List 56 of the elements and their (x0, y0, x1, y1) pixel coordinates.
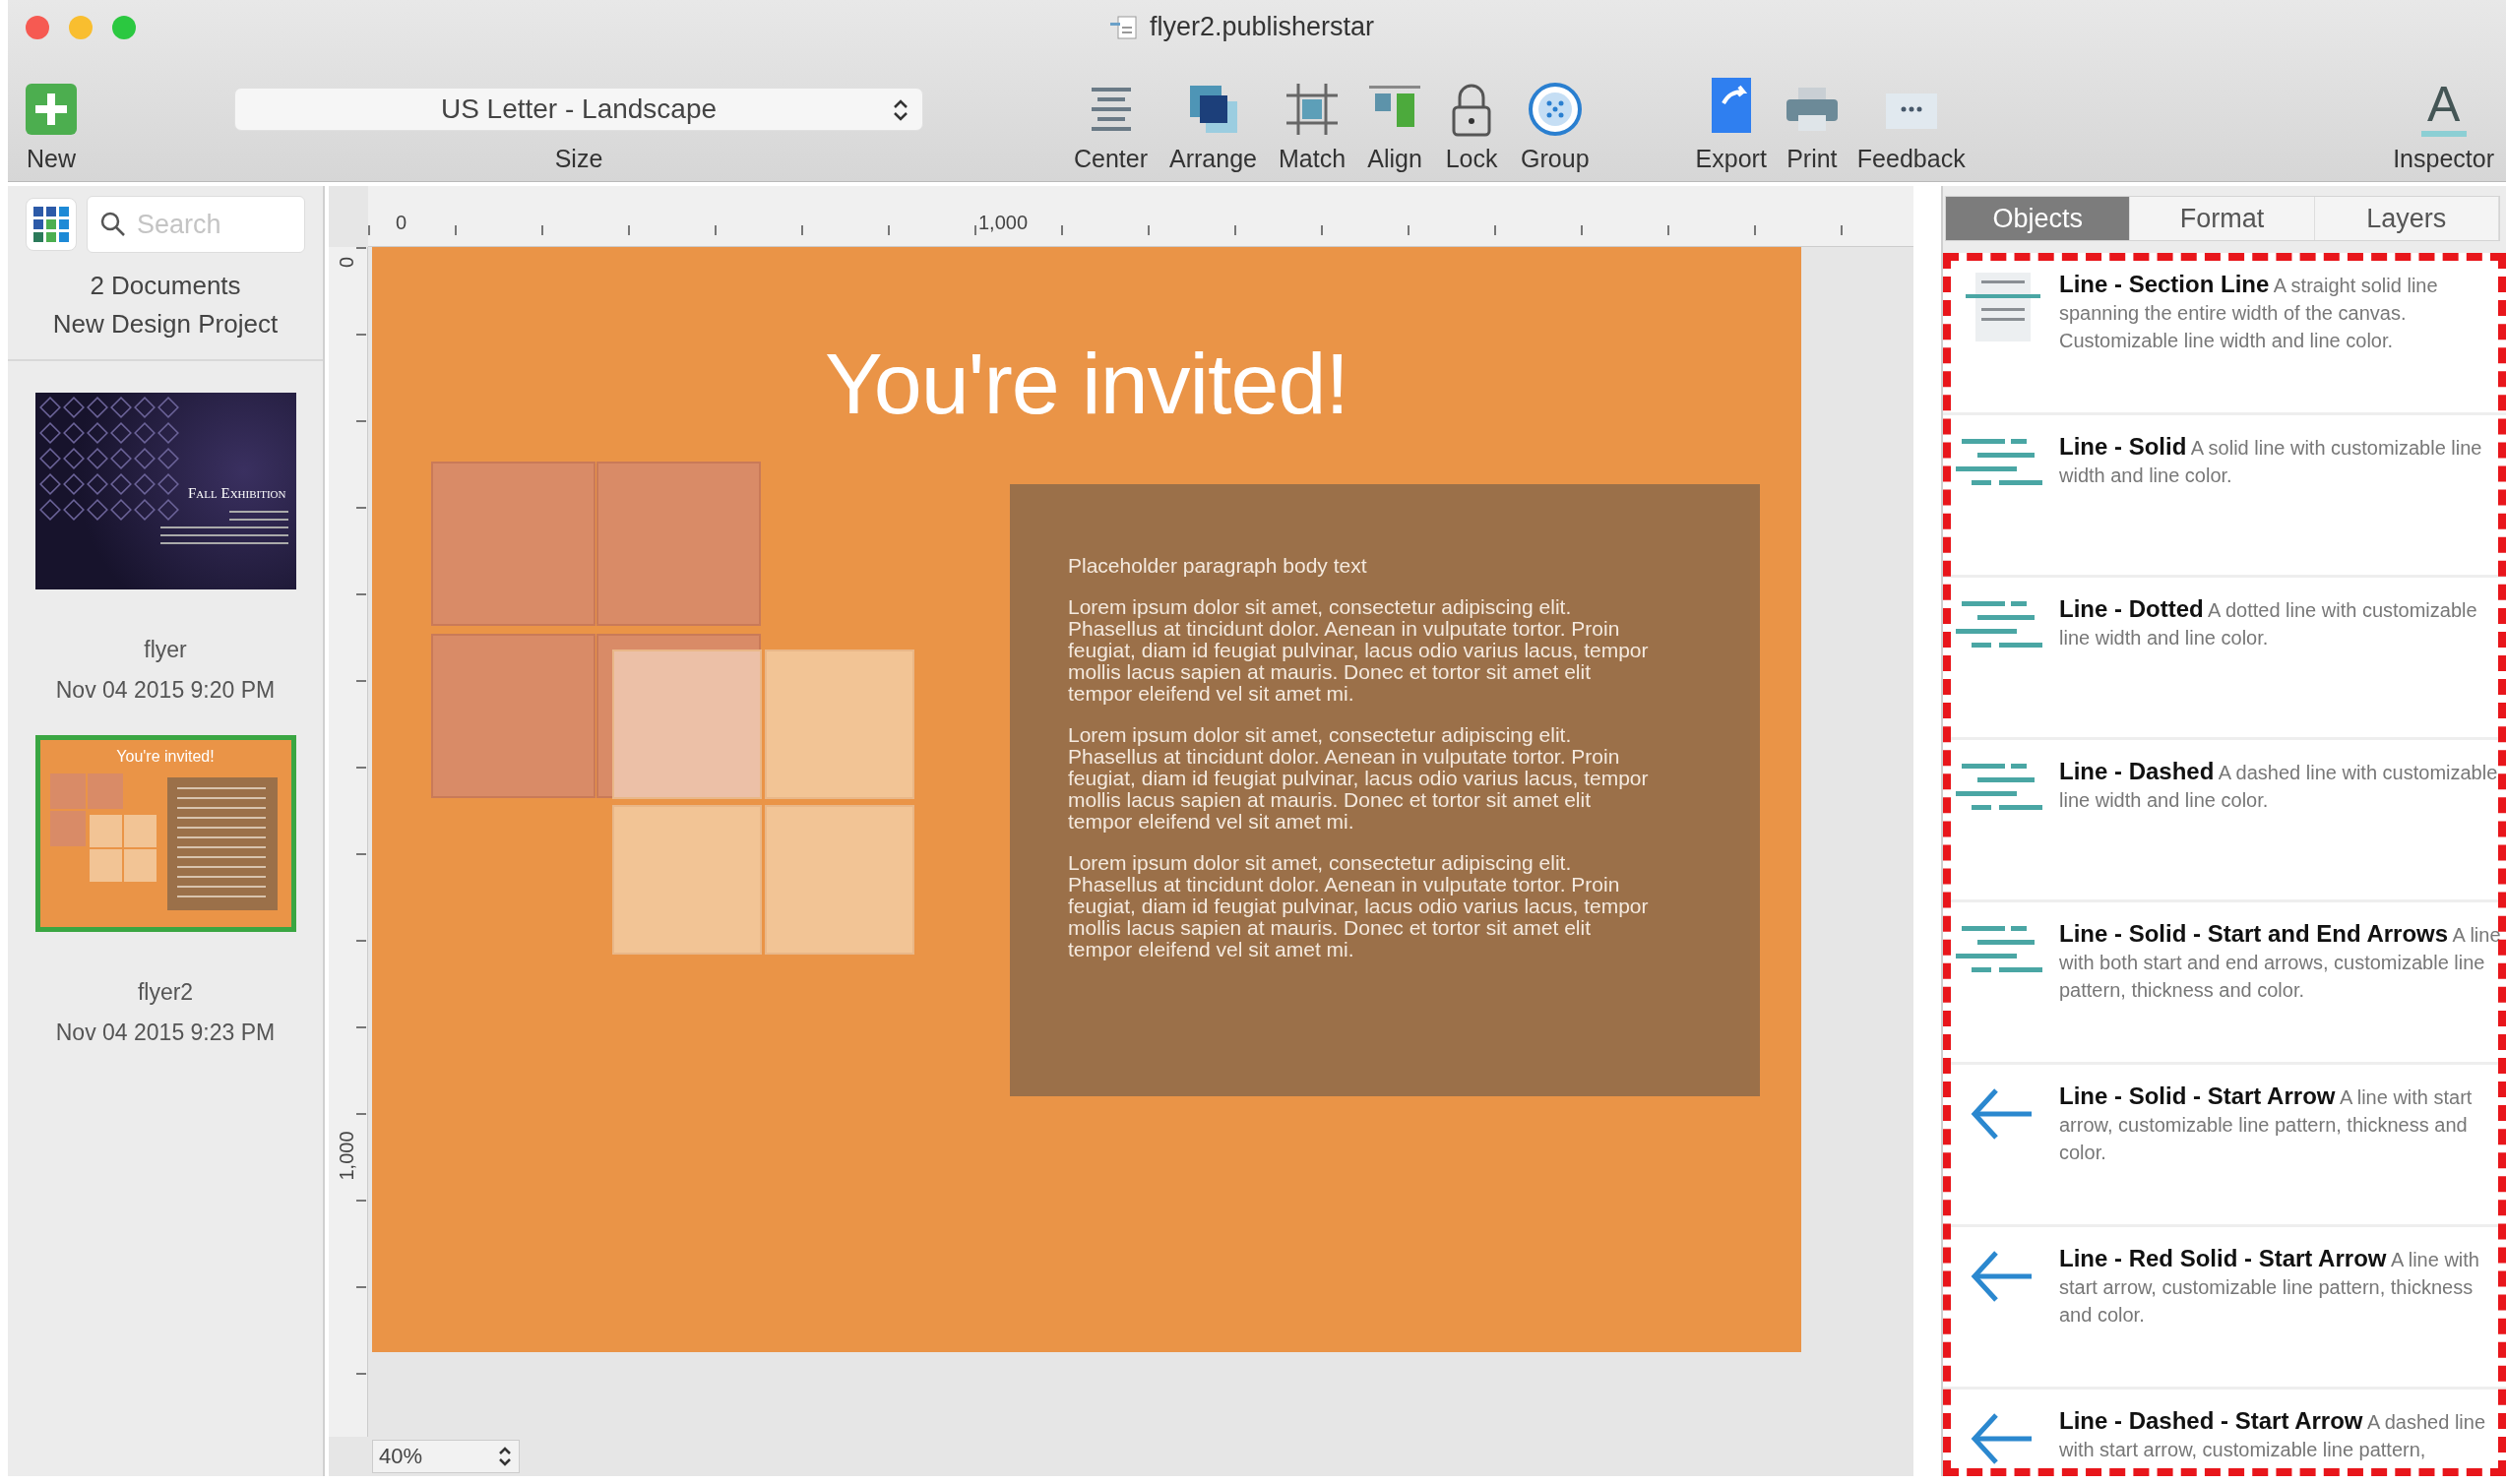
crop-square-icon (1284, 82, 1341, 137)
size-label: Size (554, 145, 603, 173)
ruler-label: 1,000 (335, 1130, 358, 1183)
group-button[interactable]: Group (1513, 74, 1598, 173)
object-description: Line - Dashed - Start Arrow A dashed line with start arrow, customizable line pattern, (2059, 1407, 2487, 1462)
plus-icon (24, 82, 79, 137)
object-description: Line - Dashed A dashed line with customizable line width and line color. (2059, 758, 2499, 813)
project-summary: 2 Documents (90, 271, 241, 301)
window-title: flyer2.publisherstar (1150, 12, 1375, 42)
align-button[interactable]: Align (1359, 74, 1431, 173)
zoom-button[interactable] (112, 16, 136, 39)
object-description: Line - Solid A solid line with customizable line width and line color. (2059, 433, 2483, 488)
updown-caret-icon (497, 1445, 513, 1468)
grid-icon (33, 207, 69, 242)
object-description: Line - Solid - Start and End Arrows A line with both start and end arrows, customizable line pattern, thickness and color. (2059, 920, 2502, 1003)
body-paragraph: Lorem ipsum dolor sit amet, consectetur adipiscing elit. Phasellus at tincidunt dolor. Aenean in vulputate tortor. Proin feugiat, diam id feugiat pulvinar, lacus odio varius lacus, tempor mollis lacus sapien at mauris. Donec et tortor sit amet elit tempor eleifend vel sit amet mi. (1068, 596, 1650, 705)
feedback-button[interactable]: Feedback (1848, 74, 1973, 173)
close-button[interactable] (26, 16, 49, 39)
search-icon (100, 212, 126, 237)
center-button[interactable]: Center (1066, 74, 1157, 173)
panel-tab[interactable]: Format (2130, 197, 2315, 240)
inspector-button[interactable]: A Inspector (2385, 74, 2502, 173)
document-date: Nov 04 2015 9:23 PM (55, 1020, 276, 1046)
document-name: flyer2 (137, 979, 194, 1006)
minimize-button[interactable] (69, 16, 93, 39)
text-box-heading: Placeholder paragraph body text (1068, 555, 1368, 577)
ruler-label: 0 (335, 255, 358, 271)
lock-button[interactable]: Lock (1436, 74, 1508, 173)
object-description: Line - Solid - Start Arrow A line with start arrow, customizable line pattern, thickness and color. (2059, 1082, 2474, 1165)
arrange-button[interactable]: Arrange (1161, 74, 1265, 173)
print-button[interactable]: Print (1774, 74, 1849, 173)
panel-tab[interactable]: Layers (2314, 197, 2499, 240)
body-paragraph: Lorem ipsum dolor sit amet, consectetur adipiscing elit. Phasellus at tincidunt dolor. Aenean in vulputate tortor. Proin feugiat, diam id feugiat pulvinar, lacus odio varius lacus, tempor mollis lacus sapien at mauris. Donec et tortor sit amet elit tempor eleifend vel sit amet mi. (1068, 852, 1650, 960)
panel-tab[interactable]: Objects (1946, 197, 2131, 240)
search-field[interactable]: Search (87, 196, 305, 253)
thumbnail-title: Fall Exhibition (188, 485, 286, 502)
object-description: Line - Red Solid - Start Arrow A line with start arrow, customizable line pattern, thickness and color. (2059, 1245, 2480, 1328)
grid-view-button[interactable] (26, 198, 77, 251)
match-button[interactable]: Match (1271, 74, 1354, 173)
ruler-label: 1,000 (978, 212, 1029, 234)
export-button[interactable]: Export (1687, 74, 1775, 173)
thumbnail-title: You're invited! (115, 748, 216, 766)
flyer-title: You're invited! (824, 334, 1349, 434)
dotted-circle-icon (1527, 82, 1583, 137)
document-name: flyer (144, 637, 187, 663)
object-description: Line - Section Line A straight solid line spanning the entire width of the canvas. Customizable line width and line color. (2059, 271, 2439, 353)
document-thumbnail[interactable]: Fall Exhibition (34, 393, 296, 589)
updown-caret-icon (891, 97, 910, 123)
object-description: Line - Dotted A dotted line with customizable line width and line color. (2059, 595, 2478, 650)
new-button[interactable]: New (16, 74, 87, 173)
body-paragraph: Lorem ipsum dolor sit amet, consectetur adipiscing elit. Phasellus at tincidunt dolor. Aenean in vulputate tortor. Proin feugiat, diam id feugiat pulvinar, lacus odio varius lacus, tempor mollis lacus sapien at mauris. Donec et tortor sit amet elit tempor eleifend vel sit amet mi. (1068, 724, 1650, 833)
zoom-stepper[interactable]: 40% (372, 1440, 520, 1473)
document-date: Nov 04 2015 9:20 PM (55, 677, 276, 704)
page-size-dropdown[interactable]: US Letter - Landscape (234, 88, 923, 131)
ruler-label: 0 (396, 212, 407, 234)
project-summary: New Design Project (52, 309, 279, 340)
